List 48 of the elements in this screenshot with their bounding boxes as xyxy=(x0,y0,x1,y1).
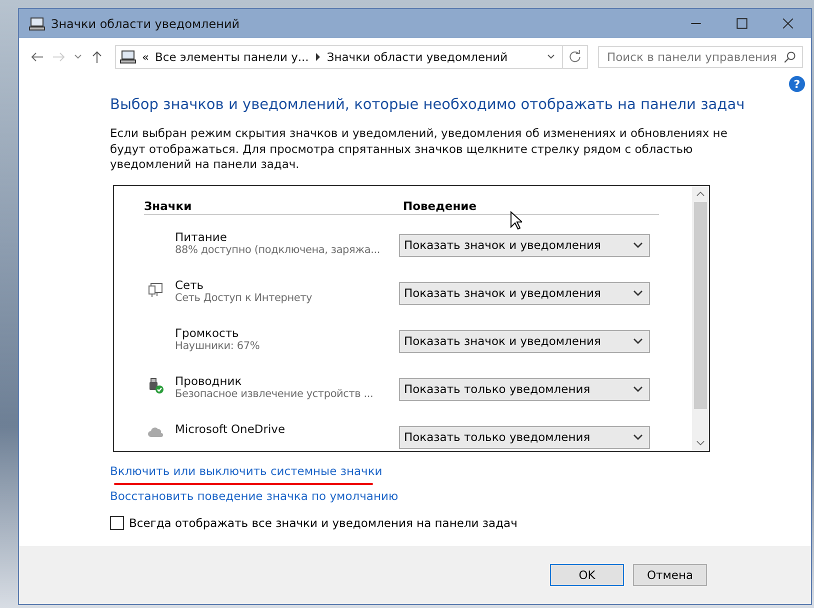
behavior-dropdown[interactable]: Показать значок и уведомления xyxy=(399,282,650,304)
breadcrumb[interactable]: Все элементы панели у... xyxy=(155,50,309,64)
checkbox-label: Всегда отображать все значки и уведомления на панели задач xyxy=(129,516,518,530)
icon-name: Сеть xyxy=(175,278,205,292)
icon-name: Microsoft OneDrive xyxy=(175,422,286,436)
search-field[interactable]: Поиск в панели управления xyxy=(598,46,803,68)
breadcrumb[interactable]: Значки области уведомлений xyxy=(326,50,508,64)
network-icon xyxy=(148,282,164,298)
chevron-down-icon[interactable] xyxy=(633,289,643,297)
column-header: Поведение xyxy=(403,198,476,212)
link[interactable]: Включить или выключить системные значки xyxy=(110,464,382,478)
chevron-down-icon[interactable] xyxy=(633,337,643,345)
behavior-dropdown[interactable]: Показать только уведомления xyxy=(399,378,650,400)
description-text: Если выбран режим скрытия значков и уведомлений, уведомления об изменениях и обновлениях не будут отображаться. Для просмотра спрятанных значков щелкните стрелку рядом с областью уведомлений на панели задач. xyxy=(110,126,728,172)
scroll-down-icon[interactable] xyxy=(696,438,705,446)
column-header: Значки xyxy=(144,198,193,212)
cloud-icon xyxy=(148,426,164,438)
search-icon xyxy=(783,50,796,64)
overflow-chevrons[interactable]: « xyxy=(142,50,150,64)
icon-status: Наушники: 67% xyxy=(175,340,260,352)
scrollbar[interactable] xyxy=(692,186,709,450)
checkbox[interactable] xyxy=(110,516,124,530)
window-title: Значки области уведомлений xyxy=(51,16,240,30)
help-icon[interactable]: ? xyxy=(789,76,805,92)
behavior-dropdown[interactable]: Показать значок и уведомления xyxy=(399,234,650,256)
usb-check-icon xyxy=(148,378,164,394)
refresh-icon[interactable] xyxy=(568,50,582,64)
icon-status: Сеть Доступ к Интернету xyxy=(175,292,312,304)
mouse-cursor-icon xyxy=(510,210,522,230)
icon-name: Проводник xyxy=(175,374,243,388)
separator-arrow-icon[interactable] xyxy=(314,53,321,61)
chevron-down-icon[interactable] xyxy=(633,241,643,249)
page-heading: Выбор значков и уведомлений, которые необходимо отображать на панели задач xyxy=(110,97,746,113)
computer-icon xyxy=(29,16,45,30)
dialog-button[interactable]: Отмена xyxy=(633,564,707,586)
icon-name: Питание xyxy=(175,230,228,244)
icon-status: 88% доступно (подключена, заряжа... xyxy=(175,244,380,256)
dialog-button[interactable]: OK xyxy=(550,564,624,586)
icon-status: Безопасное извлечение устройств ... xyxy=(175,388,374,400)
behavior-dropdown[interactable]: Показать значок и уведомления xyxy=(399,330,650,352)
chevron-down-icon[interactable] xyxy=(633,385,643,393)
computer-icon xyxy=(120,50,136,64)
icon-name: Громкость xyxy=(175,326,240,340)
chevron-down-icon[interactable] xyxy=(633,433,643,441)
link[interactable]: Восстановить поведение значка по умолчанию xyxy=(110,488,398,502)
scroll-up-icon[interactable] xyxy=(696,190,705,198)
address-bar[interactable]: « Все элементы панели у... Значки области уведомлений xyxy=(115,45,588,69)
behavior-dropdown[interactable]: Показать только уведомления xyxy=(399,426,650,448)
